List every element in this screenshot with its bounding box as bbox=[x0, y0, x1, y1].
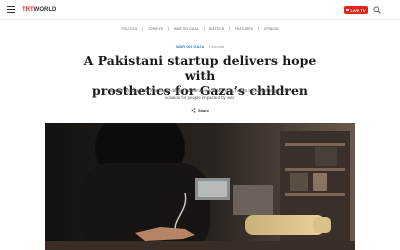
logo-text: WORLD bbox=[33, 7, 57, 13]
nav-divider bbox=[229, 27, 230, 31]
article-summary: Bionikz uses remote imaging to design cu… bbox=[90, 87, 310, 101]
share-label: Share bbox=[197, 108, 210, 113]
nav-item-opinion[interactable]: OPINION bbox=[264, 27, 279, 31]
nav-item-politics[interactable]: POLITICS bbox=[121, 27, 137, 31]
nav-item-war-on-gaza[interactable]: WAR ON GAZA bbox=[174, 27, 199, 31]
nav-item-turkiye[interactable]: TÜRKİYE bbox=[148, 27, 163, 31]
share-button[interactable]: Share bbox=[0, 108, 400, 113]
headline-line: A Pakistani startup delivers hope with bbox=[83, 53, 317, 83]
share-icon bbox=[191, 108, 196, 113]
search-icon[interactable] bbox=[373, 6, 381, 14]
nav-divider bbox=[203, 27, 205, 31]
article-hero-image bbox=[45, 123, 355, 250]
summary-line: solution for people impacted by war. bbox=[164, 95, 236, 100]
read-time: 1 min read bbox=[208, 45, 225, 49]
live-tv-label: LIVE TV bbox=[350, 7, 366, 13]
nav-divider bbox=[258, 27, 259, 31]
live-dot-icon bbox=[346, 8, 349, 12]
site-header: TRT WORLD LIVE TV bbox=[0, 0, 400, 20]
summary-line: Bionikz uses remote imaging to design cu… bbox=[109, 88, 291, 93]
live-tv-button[interactable]: LIVE TV bbox=[344, 6, 368, 14]
nav-divider bbox=[168, 27, 169, 31]
category-link[interactable]: WAR ON GAZA bbox=[176, 45, 205, 49]
nav-divider bbox=[142, 27, 144, 31]
nav-item-features[interactable]: FEATURES bbox=[235, 27, 253, 31]
site-logo[interactable]: TRT WORLD bbox=[22, 6, 56, 14]
hamburger-menu-icon[interactable] bbox=[7, 6, 15, 14]
section-nav: POLITICS TÜRKİYE WAR ON GAZA BIZTECH FEA… bbox=[0, 24, 400, 34]
logo-mark: TRT bbox=[22, 7, 34, 13]
article-meta: WAR ON GAZA 1 min read bbox=[0, 45, 400, 49]
nav-item-biztech[interactable]: BIZTECH bbox=[209, 27, 224, 31]
